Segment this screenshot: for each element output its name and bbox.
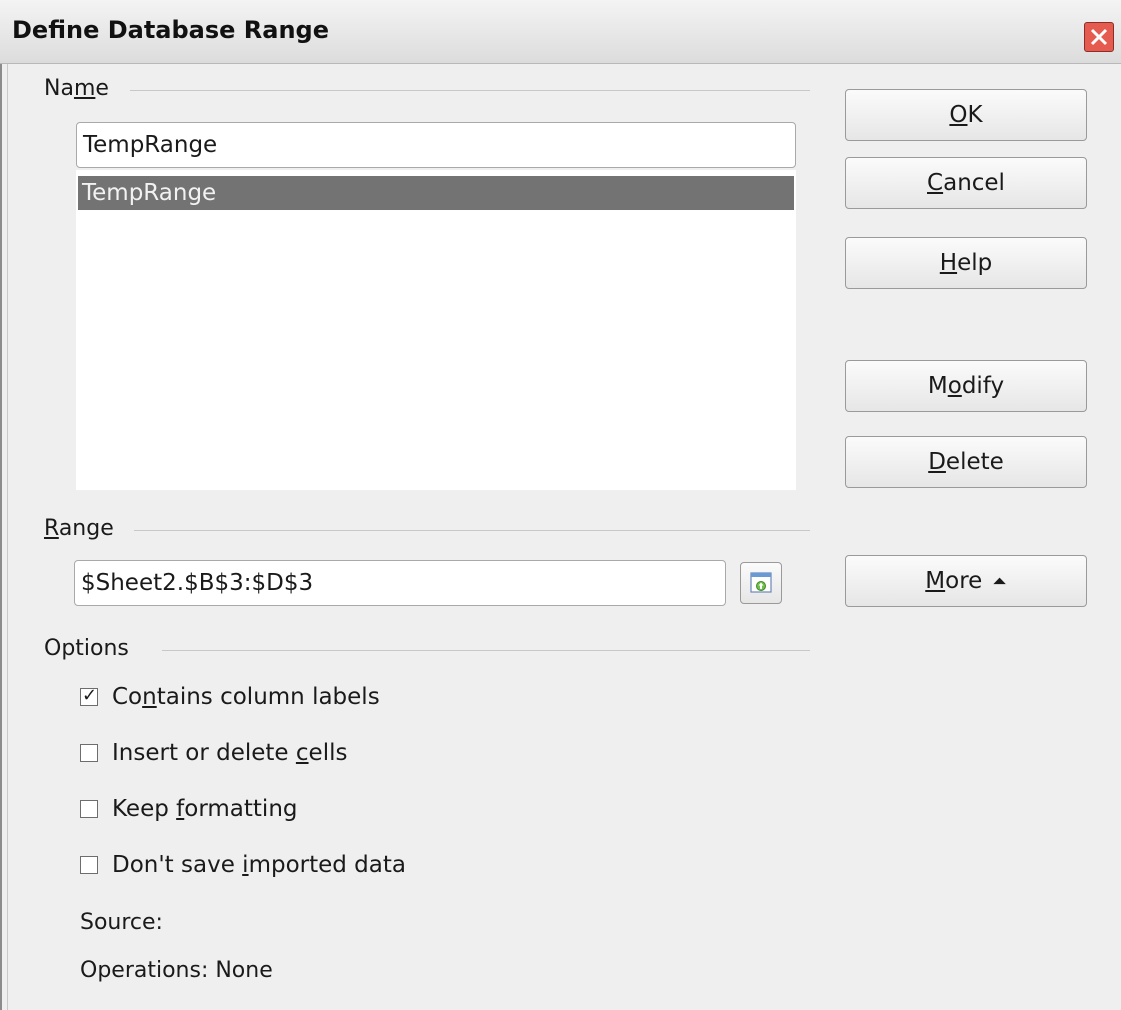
source-label: Source: bbox=[80, 910, 163, 935]
chevron-up-icon: ⏶ bbox=[992, 570, 1007, 592]
window-border bbox=[0, 64, 8, 1010]
define-database-range-dialog: Define Database Range Name TempRange Tem… bbox=[0, 0, 1121, 1010]
checkmark-icon: ✓ bbox=[82, 685, 98, 706]
title-bar[interactable]: Define Database Range bbox=[0, 0, 1121, 64]
name-group-separator bbox=[130, 90, 810, 91]
insert-delete-cells-checkbox[interactable]: Insert or delete cells bbox=[80, 737, 347, 769]
checkbox-box[interactable] bbox=[80, 856, 98, 874]
dont-save-imported-data-label: Don't save imported data bbox=[112, 852, 406, 878]
range-group-separator bbox=[134, 530, 810, 531]
ok-button[interactable]: OK bbox=[845, 89, 1087, 141]
checkbox-box[interactable]: ✓ bbox=[80, 685, 98, 706]
help-button[interactable]: Help bbox=[845, 237, 1087, 289]
range-input-value: $Sheet2.$B$3:$D$3 bbox=[81, 570, 314, 596]
name-input[interactable]: TempRange bbox=[76, 122, 796, 168]
options-group-label: Options bbox=[44, 636, 129, 661]
delete-button[interactable]: Delete bbox=[845, 436, 1087, 488]
options-group-separator bbox=[162, 650, 810, 651]
contains-column-labels-label: Contains column labels bbox=[112, 684, 380, 710]
operations-label: Operations: None bbox=[80, 958, 273, 983]
list-item-label: TempRange bbox=[82, 180, 217, 206]
keep-formatting-checkbox[interactable]: Keep formatting bbox=[80, 793, 298, 825]
ok-button-label: OK bbox=[949, 102, 983, 128]
shrink-button[interactable] bbox=[740, 562, 782, 604]
range-names-list[interactable]: TempRange bbox=[76, 170, 796, 490]
dont-save-imported-data-checkbox[interactable]: Don't save imported data bbox=[80, 849, 406, 881]
name-group-label: Name bbox=[44, 76, 109, 101]
range-input[interactable]: $Sheet2.$B$3:$D$3 bbox=[74, 560, 726, 606]
range-group-label: Range bbox=[44, 516, 114, 541]
checkbox-box[interactable] bbox=[80, 800, 98, 818]
name-input-value: TempRange bbox=[83, 132, 218, 158]
modify-button[interactable]: Modify bbox=[845, 360, 1087, 412]
modify-button-label: Modify bbox=[927, 373, 1005, 399]
cancel-button[interactable]: Cancel bbox=[845, 157, 1087, 209]
more-button-label: More bbox=[925, 568, 983, 594]
close-button[interactable] bbox=[1084, 22, 1114, 52]
help-button-label: Help bbox=[939, 250, 993, 276]
keep-formatting-label: Keep formatting bbox=[112, 796, 298, 822]
insert-delete-cells-label: Insert or delete cells bbox=[112, 740, 348, 766]
list-item[interactable]: TempRange bbox=[78, 176, 794, 210]
dialog-title: Define Database Range bbox=[12, 16, 330, 44]
shrink-dialog-icon bbox=[750, 572, 772, 593]
checkbox-box[interactable] bbox=[80, 744, 98, 762]
more-button[interactable]: More ⏶ bbox=[845, 555, 1087, 607]
cancel-button-label: Cancel bbox=[927, 170, 1005, 196]
close-icon bbox=[1090, 28, 1108, 46]
contains-column-labels-checkbox[interactable]: ✓ Contains column labels bbox=[80, 681, 380, 713]
delete-button-label: Delete bbox=[928, 449, 1004, 475]
